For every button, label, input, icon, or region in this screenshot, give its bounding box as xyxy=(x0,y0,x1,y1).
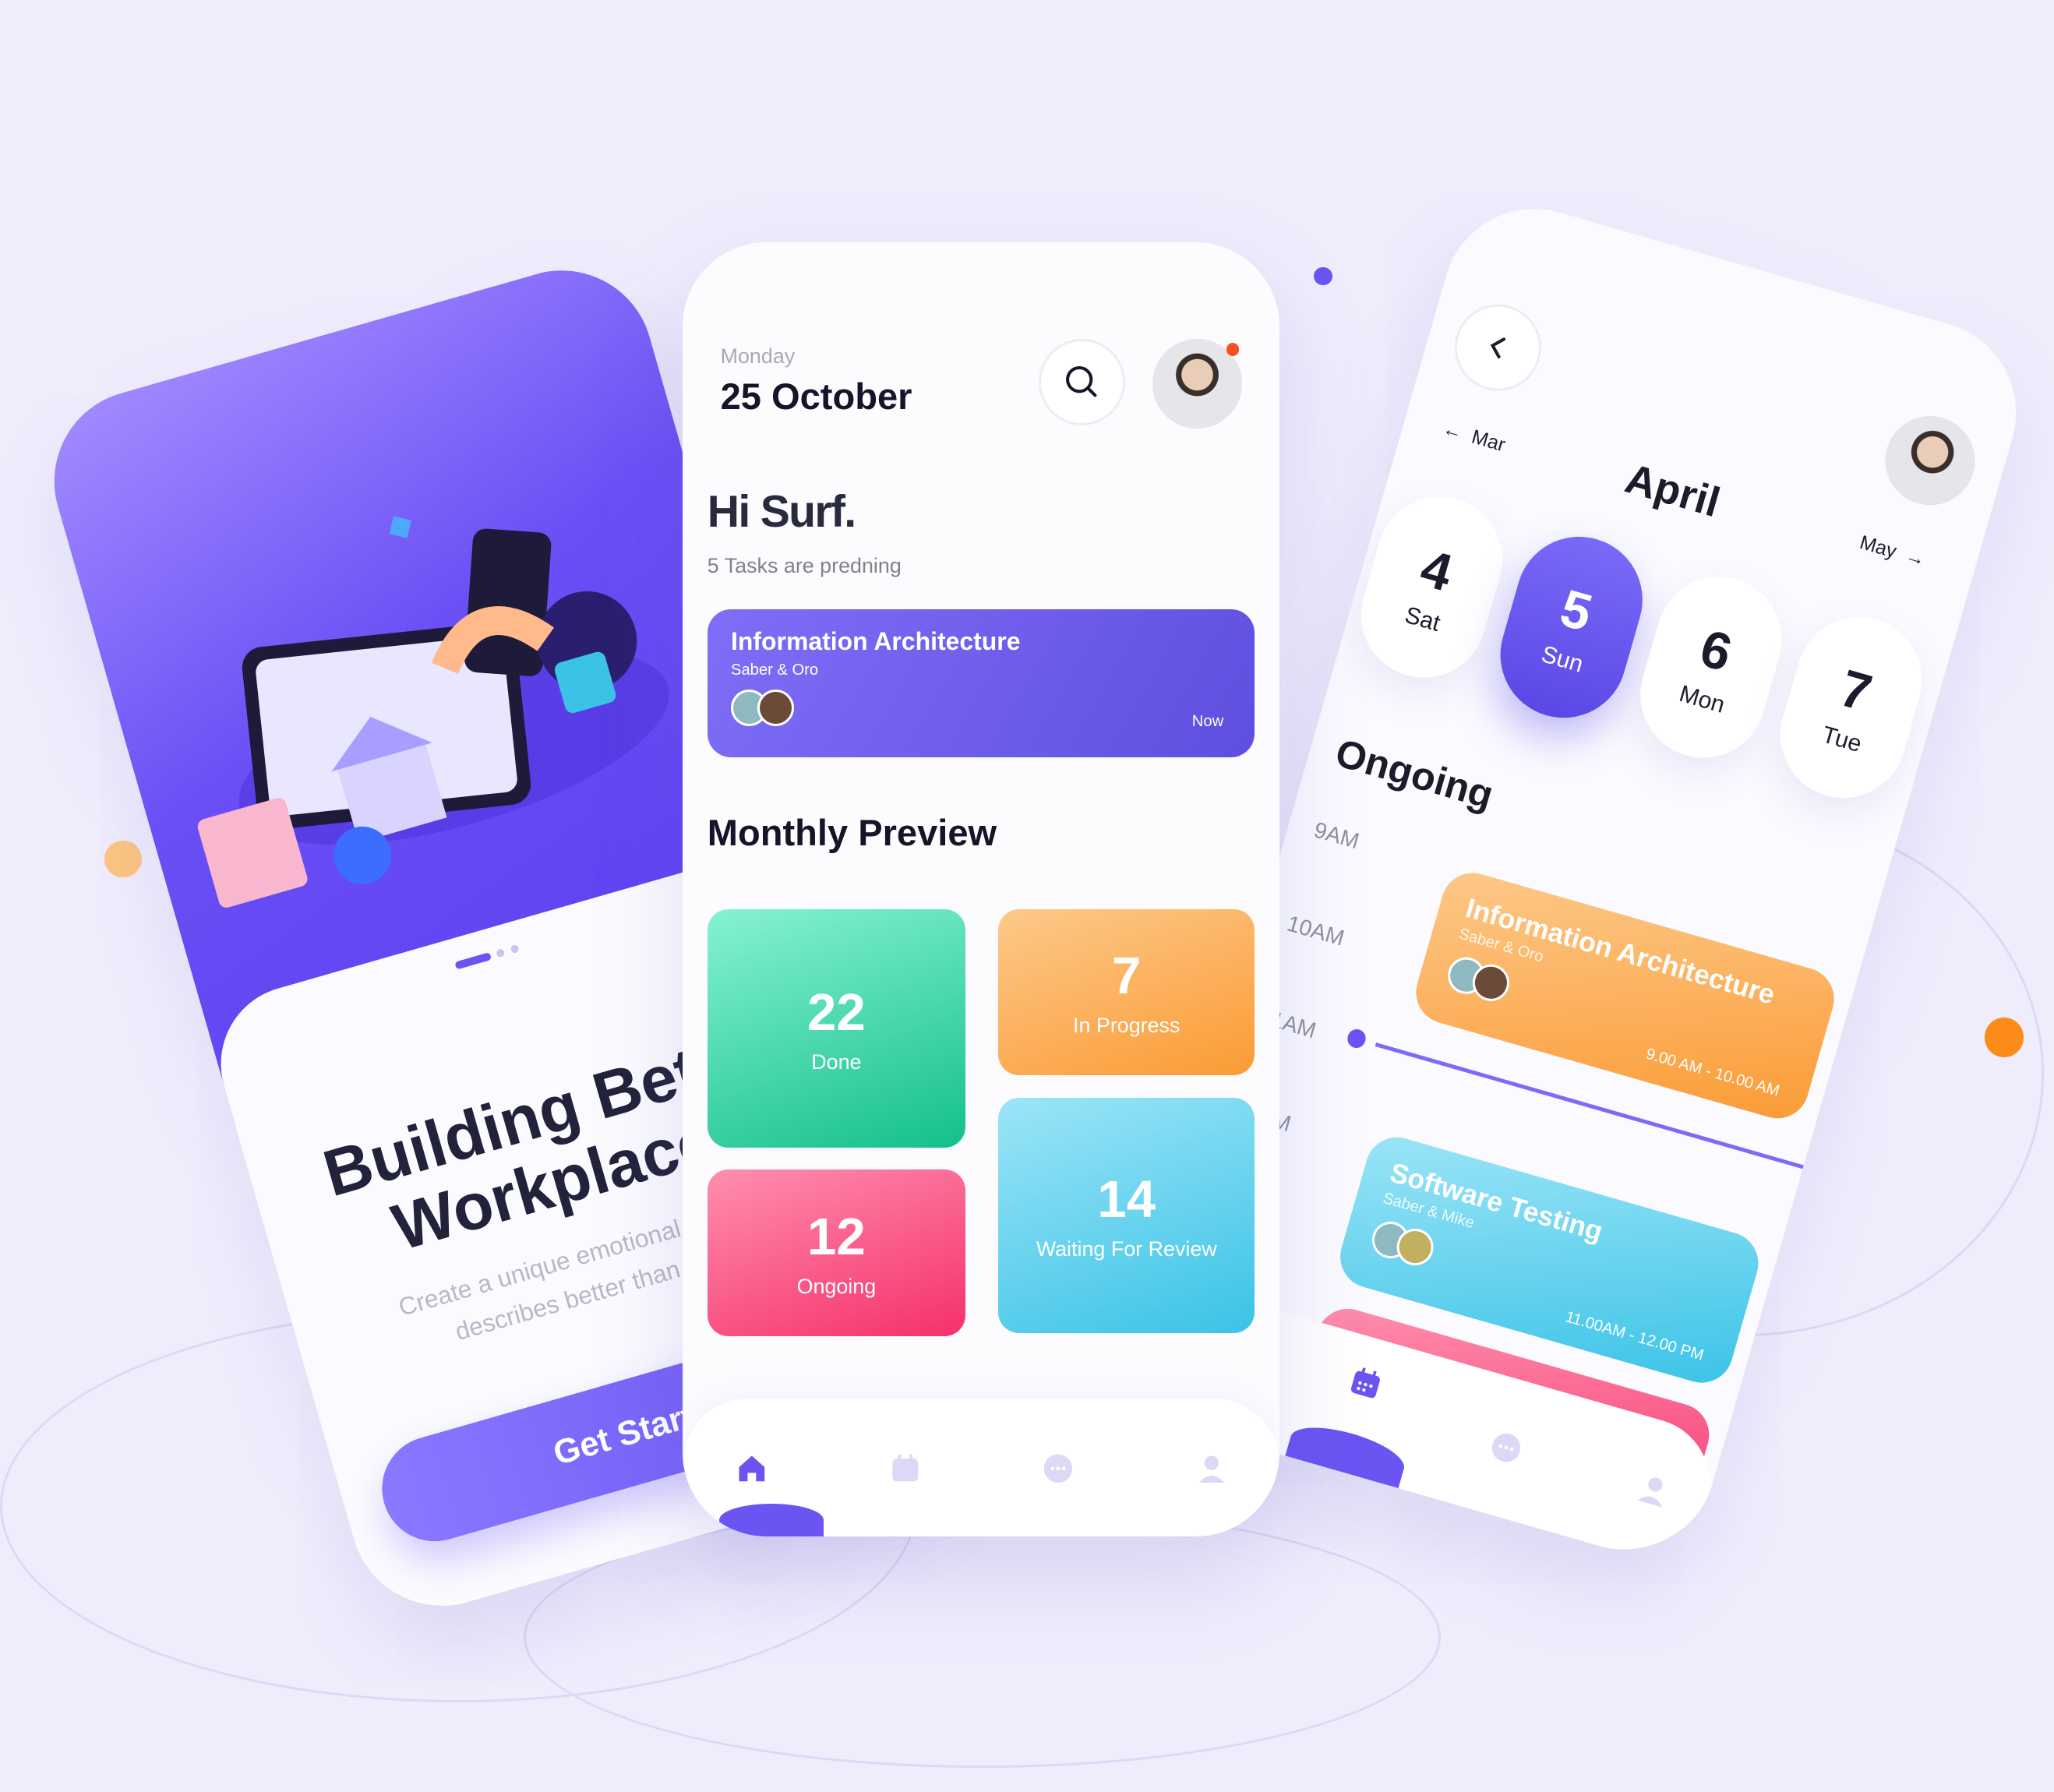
task-title: Information Architecture xyxy=(731,627,1021,656)
active-tab-indicator xyxy=(718,1503,824,1536)
chat-icon[interactable] xyxy=(1485,1427,1527,1469)
user-avatar[interactable] xyxy=(1875,404,1985,516)
back-button[interactable] xyxy=(1444,293,1551,401)
search-button[interactable] xyxy=(1039,339,1126,426)
arrow-left-icon: ← xyxy=(1440,417,1466,443)
chat-icon[interactable] xyxy=(1041,1452,1075,1486)
prev-month-label: Mar xyxy=(1469,425,1509,456)
day-pill[interactable]: 7 Tue xyxy=(1765,601,1937,813)
calendar-icon[interactable] xyxy=(888,1452,923,1486)
monthly-preview-title: Monthly Preview xyxy=(707,811,997,853)
chevron-left-icon xyxy=(1491,337,1506,359)
day-pill[interactable]: 4 Sat xyxy=(1346,482,1518,693)
member-avatars xyxy=(731,690,1231,727)
stat-value: 14 xyxy=(1097,1170,1156,1229)
active-tab-indicator xyxy=(1285,1417,1410,1488)
stat-in-progress[interactable]: 7 In Progress xyxy=(997,908,1255,1076)
day-number: 4 xyxy=(1414,538,1459,603)
tasks-status: 5 Tasks are predning xyxy=(707,554,902,578)
stat-waiting-review[interactable]: 14 Waiting For Review xyxy=(997,1097,1255,1334)
decorative-dot xyxy=(1314,266,1332,286)
stat-ongoing[interactable]: 12 Ongoing xyxy=(707,1169,965,1336)
current-time-dot xyxy=(1345,1027,1368,1050)
day-pill-selected[interactable]: 5 Sun xyxy=(1485,521,1657,733)
day-pill[interactable]: 6 Mon xyxy=(1625,562,1798,773)
section-title: Ongoing xyxy=(1330,730,1498,817)
decorative-dot xyxy=(1984,1018,2024,1057)
home-icon[interactable] xyxy=(735,1452,769,1486)
time-label: 9AM xyxy=(1311,817,1362,855)
avatar xyxy=(757,690,794,727)
prev-month-button[interactable]: ← Mar xyxy=(1440,417,1509,456)
next-month-label: May xyxy=(1857,531,1900,563)
stat-label: In Progress xyxy=(1073,1014,1181,1038)
day-name: Sat xyxy=(1402,601,1443,637)
greeting: Hi Surf. xyxy=(707,486,856,537)
day-name: Tue xyxy=(1819,721,1865,758)
day-number: 7 xyxy=(1833,658,1878,723)
day-label: Monday xyxy=(720,344,796,369)
home-screen: Monday 25 October Hi Surf. 5 Tasks are p… xyxy=(682,242,1280,1536)
calendar-icon[interactable] xyxy=(1345,1362,1387,1404)
time-label: 10AM xyxy=(1284,910,1347,951)
stat-value: 12 xyxy=(806,1207,866,1266)
day-name: Mon xyxy=(1676,680,1728,718)
stat-label: Waiting For Review xyxy=(1036,1237,1217,1261)
event-card[interactable]: Information Architecture Saber & Oro 9.0… xyxy=(1409,865,1842,1126)
day-name: Sun xyxy=(1538,641,1586,678)
day-number: 5 xyxy=(1554,578,1599,643)
bottom-nav xyxy=(682,1399,1280,1536)
decorative-dot xyxy=(104,841,142,878)
task-members: Saber & Oro xyxy=(731,661,819,679)
search-icon xyxy=(1066,366,1097,397)
date-label: 25 October xyxy=(720,375,912,417)
stat-done[interactable]: 22 Done xyxy=(707,908,965,1148)
notification-dot xyxy=(1226,343,1240,357)
stat-label: Ongoing xyxy=(796,1275,877,1298)
current-task-card[interactable]: Information Architecture Saber & Oro Now xyxy=(707,609,1255,757)
day-number: 6 xyxy=(1693,618,1738,683)
arrow-right-icon: → xyxy=(1903,544,1929,571)
month-title: April xyxy=(1620,454,1725,527)
stat-value: 7 xyxy=(1112,947,1142,1006)
task-time: Now xyxy=(1191,713,1224,731)
next-month-button[interactable]: May → xyxy=(1858,531,1929,572)
user-icon[interactable] xyxy=(1632,1469,1675,1511)
user-icon[interactable] xyxy=(1195,1452,1229,1486)
stat-value: 22 xyxy=(806,982,866,1042)
stat-label: Done xyxy=(811,1049,862,1074)
showcase-canvas: Building Better Workplaces Create a uniq… xyxy=(0,0,2054,1792)
